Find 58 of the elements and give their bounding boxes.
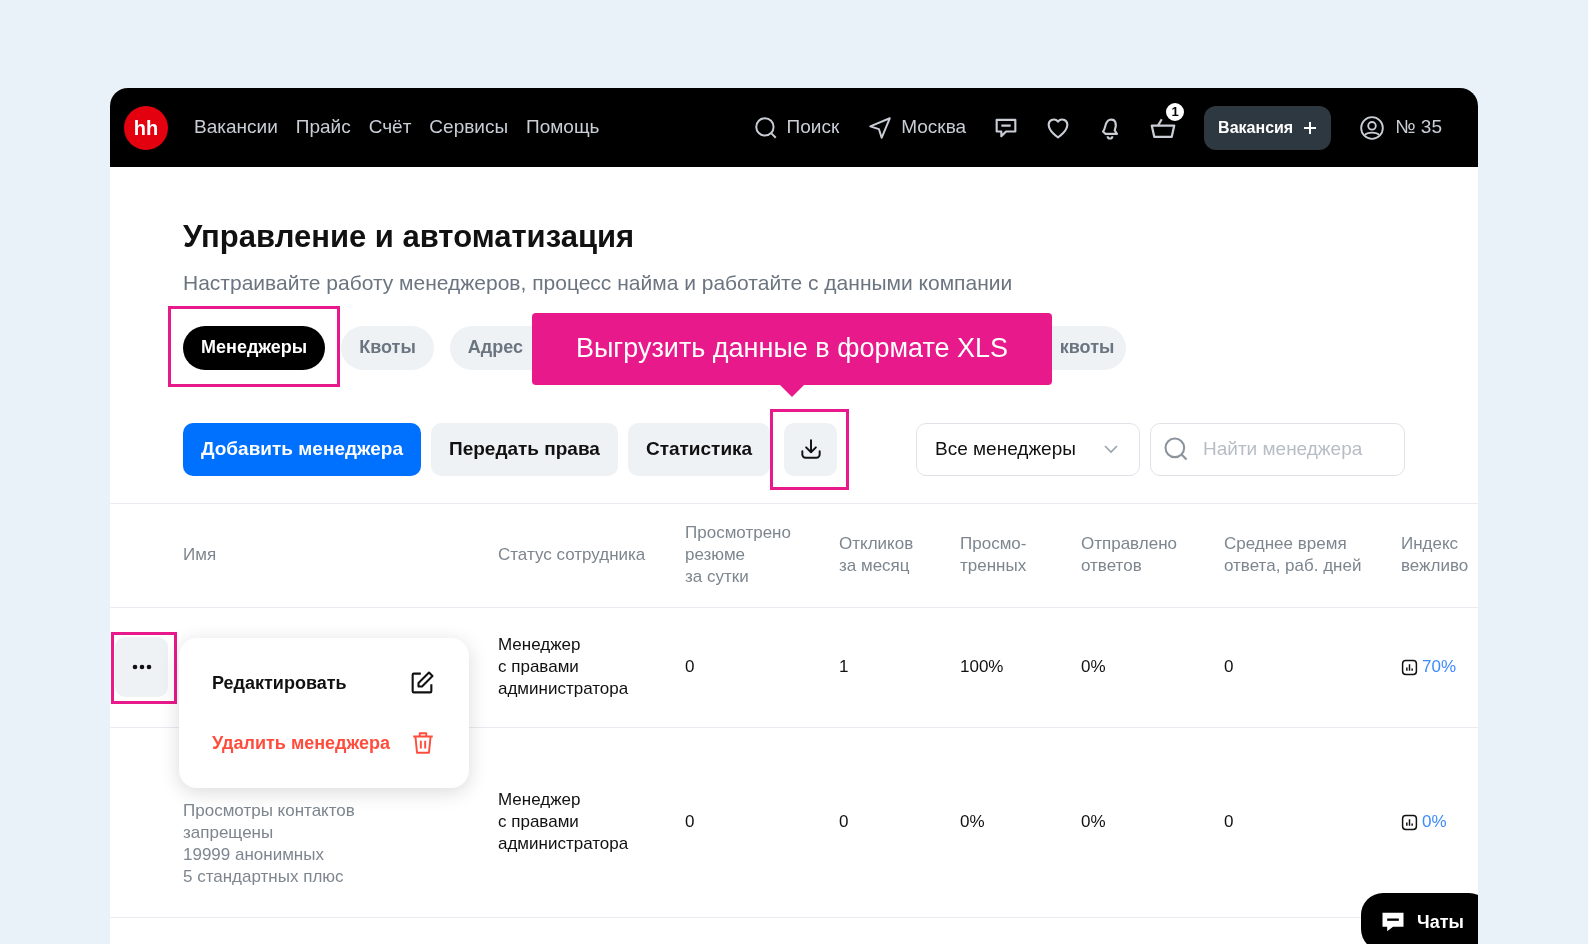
search-icon [1162, 434, 1190, 463]
table-cell: 100% [960, 657, 1004, 676]
column-header: Статус сотрудника [498, 545, 646, 564]
plus-icon [1303, 120, 1318, 135]
more-icon [131, 664, 152, 670]
column-header: Просмо- тренных [960, 534, 1027, 575]
column-header: Просмотрено резюме за сутки [685, 523, 791, 586]
table-cell: 0 [1224, 657, 1234, 676]
tab[interactable]: Менеджеры [183, 325, 326, 370]
city-link[interactable]: Москва [867, 113, 967, 142]
account-link[interactable]: № 35 [1359, 113, 1442, 142]
search-link[interactable]: Поиск [752, 113, 840, 142]
column-header: Отправлено ответов [1081, 534, 1177, 575]
logo[interactable]: hh [124, 105, 168, 150]
table-cell: 0 [685, 657, 695, 676]
tab[interactable]: Квоты [341, 325, 434, 370]
count-badge: 1 [1164, 100, 1187, 123]
table-cell: 0 [1224, 812, 1234, 831]
table-cell: 0% [1081, 812, 1106, 831]
user-icon [1359, 114, 1386, 141]
download-button[interactable] [784, 422, 838, 476]
manager-note: Просмотры контактов запрещены [183, 799, 356, 844]
column-header: Откликов за месяц [839, 534, 914, 575]
manager-filter-dropdown[interactable]: Все менеджеры [916, 422, 1140, 476]
search-icon [752, 114, 779, 141]
column-header: Имя [183, 545, 217, 564]
manager-note: 5 стандартных плюс [183, 865, 345, 888]
chart-icon [1401, 658, 1418, 676]
page-title: Управление и автоматизация [183, 218, 636, 256]
tooltip-arrow [780, 384, 804, 397]
navigation-arrow-icon [867, 114, 894, 141]
tooltip: Выгрузить данные в формате XLS [532, 312, 1052, 385]
table-cell: 0% [1081, 657, 1106, 676]
column-header: Индекс вежливо [1401, 534, 1469, 575]
table-cell: 0 [839, 812, 849, 831]
table-cell: 1 [839, 657, 849, 676]
manager-note: 19999 анонимных [183, 843, 325, 866]
chart-icon [1401, 813, 1418, 831]
action-button[interactable]: Передать права [431, 422, 618, 476]
nav-link[interactable]: Прайс [295, 113, 351, 142]
table-cell: 0% [960, 812, 985, 831]
add-manager-button[interactable]: Добавить менеджера [183, 422, 421, 476]
search-field[interactable]: Найти менеджера [1150, 422, 1405, 476]
page-subtitle: Настраивайте работу менеджеров, процесс найма и работайте с данными компании [183, 270, 1014, 296]
table-cell: Менеджер с правами администратора [498, 790, 629, 853]
nav-link[interactable]: Счёт [368, 113, 412, 142]
nav-link[interactable]: Сервисы [429, 113, 509, 142]
add-vacancy-button[interactable]: Вакансия [1204, 105, 1332, 150]
trash-icon [410, 730, 436, 756]
table-cell: 0 [685, 812, 695, 831]
nav-link[interactable]: Вакансии [194, 113, 278, 142]
chats-button[interactable]: Чаты [1361, 893, 1478, 944]
table-cell: Менеджер с правами администратора [498, 635, 629, 698]
basket-button[interactable]: 1 [1148, 100, 1187, 143]
nav-link[interactable]: Помощь [526, 113, 600, 142]
edit-menu-item[interactable]: Редактировать [212, 662, 436, 704]
action-button[interactable]: Статистика [627, 422, 771, 476]
column-header: Среднее время ответа, раб. дней [1224, 534, 1362, 575]
